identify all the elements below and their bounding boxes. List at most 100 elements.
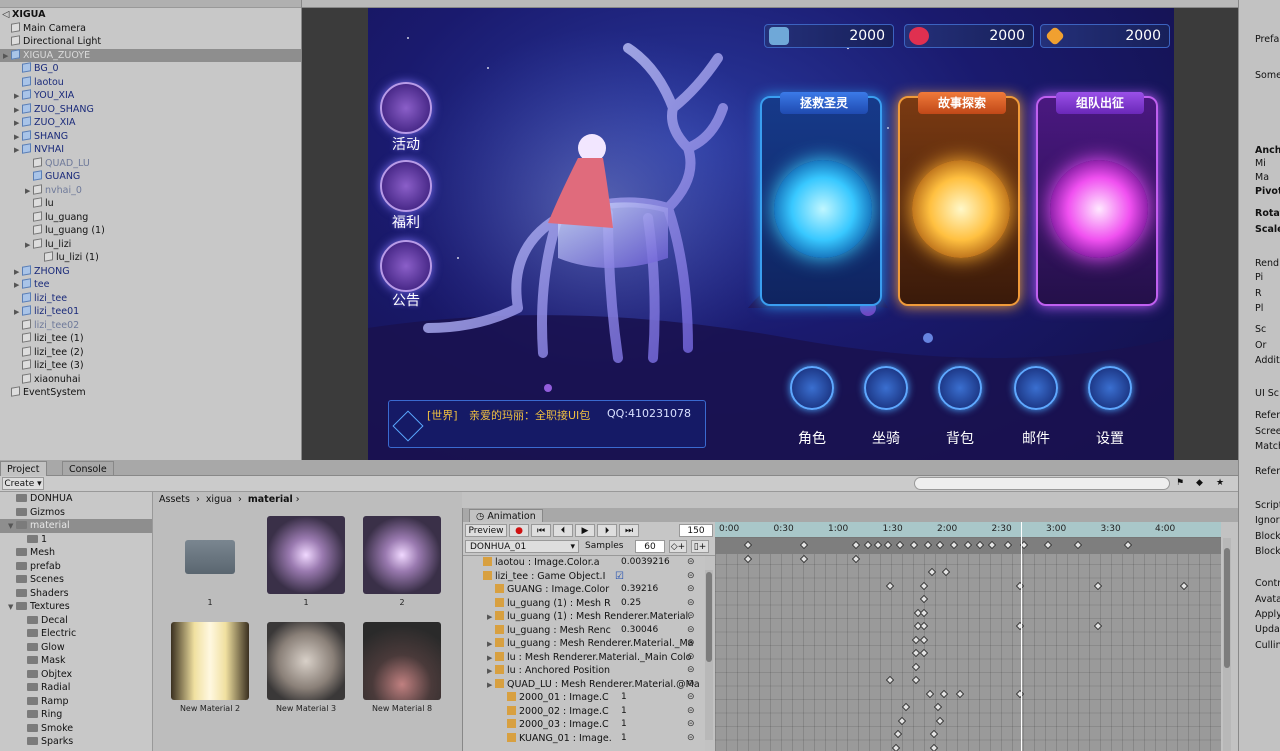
time-ruler[interactable]: 0:00 0:30 1:00 1:30 2:00 2:30 3:00 3:30 4:00	[715, 522, 1221, 538]
expand-arrow-icon[interactable]: ▶	[14, 104, 22, 118]
asset-thumbnail[interactable]	[363, 516, 441, 594]
tab-console[interactable]: Console	[62, 461, 114, 476]
tab-animation[interactable]: ◷ Animation	[469, 509, 543, 522]
dopesheet-scrollbar[interactable]	[1223, 538, 1231, 751]
announcement-button[interactable]	[380, 240, 432, 292]
expand-arrow-icon[interactable]: ▶	[487, 638, 495, 652]
welfare-button[interactable]	[380, 160, 432, 212]
next-frame-button[interactable]: ⏵	[597, 524, 617, 537]
dopesheet[interactable]: 0:00 0:30 1:00 1:30 2:00 2:30 3:00 3:30 4:00	[715, 522, 1238, 751]
animation-property[interactable]: ▶ lu : Anchored Position ⊝	[463, 664, 705, 678]
hierarchy-row[interactable]: xiaonuhai	[0, 372, 301, 387]
toggle-icon[interactable]: ⊝	[687, 624, 695, 638]
animation-property[interactable]: laotou : Image.Color.a 0.0039216 ⊝	[463, 556, 705, 570]
hierarchy-row[interactable]: ▶ ZHONG	[0, 264, 301, 280]
expand-arrow-icon[interactable]: ▶	[3, 50, 11, 64]
crumb-xigua[interactable]: xigua	[206, 494, 232, 505]
expand-arrow-icon[interactable]: ▶	[14, 266, 22, 280]
folder-tree-item[interactable]: ▼ material	[0, 519, 152, 533]
clip-select[interactable]: DONHUA_01 ▾	[465, 540, 579, 553]
toggle-icon[interactable]: ⊝	[687, 664, 695, 678]
expand-arrow-icon[interactable]: ▶	[14, 117, 22, 131]
hierarchy-row[interactable]: lizi_tee (1)	[0, 332, 301, 346]
expand-arrow-icon[interactable]: ▶	[14, 306, 22, 320]
folder-tree-item[interactable]: Mask	[0, 654, 152, 668]
property-value[interactable]: 0.30046	[621, 624, 658, 638]
last-frame-button[interactable]: ⏭	[619, 524, 639, 537]
animation-property[interactable]: lu_guang : Mesh Renc 0.30046 ⊝	[463, 624, 705, 638]
property-value[interactable]: 0.0039216	[621, 556, 670, 570]
folder-tree-item[interactable]: 1	[0, 533, 152, 547]
folder-tree-item[interactable]: Gizmos	[0, 506, 152, 520]
property-value[interactable]: 1	[621, 705, 627, 719]
expand-arrow-icon[interactable]: ▶	[14, 279, 22, 293]
toggle-icon[interactable]: ⊝	[687, 610, 695, 624]
property-value[interactable]: 1	[621, 718, 627, 732]
filter-icon[interactable]: ⚑	[1176, 478, 1184, 488]
mount-button[interactable]	[864, 366, 908, 410]
star-icon[interactable]: ★	[1216, 478, 1224, 488]
folder-tree-item[interactable]: prefab	[0, 560, 152, 574]
preview-button[interactable]: Preview	[465, 524, 507, 537]
asset-thumbnail[interactable]	[363, 622, 441, 700]
hierarchy-row[interactable]: lu_lizi (1)	[0, 251, 301, 265]
create-button[interactable]: Create ▾	[2, 477, 44, 490]
animation-property[interactable]: ▶ QUAD_LU : Mesh Renderer.Material.@Ma ⊝	[463, 678, 705, 692]
chat-box[interactable]: [世界] 亲爱的玛丽：全职接UI包 QQ:410231078	[388, 400, 706, 448]
hierarchy-row[interactable]: GUANG	[0, 170, 301, 184]
tab-project[interactable]: Project	[0, 461, 47, 476]
first-frame-button[interactable]: ⏮	[531, 524, 551, 537]
toggle-icon[interactable]: ⊝	[687, 570, 695, 584]
hierarchy-row[interactable]: QUAD_LU	[0, 156, 301, 171]
label-icon[interactable]: ◆	[1196, 478, 1203, 488]
toggle-icon[interactable]: ⊝	[687, 678, 695, 692]
hierarchy-row[interactable]: ▶ lu_lizi	[0, 237, 301, 252]
play-button[interactable]: ▶	[575, 524, 595, 537]
prev-frame-button[interactable]: ⏴	[553, 524, 573, 537]
add-keyframe-button[interactable]: ◇+	[669, 540, 687, 553]
toggle-icon[interactable]: ⊝	[687, 597, 695, 611]
character-button[interactable]	[790, 366, 834, 410]
hierarchy-row[interactable]: Main Camera	[0, 21, 301, 36]
props-scrollbar[interactable]	[705, 570, 713, 740]
animation-property[interactable]: ▶ lu_guang (1) : Mesh Renderer.Material. ⊝	[463, 610, 705, 624]
folder-tree-item[interactable]: Shaders	[0, 587, 152, 601]
folder-tree-item[interactable]: Ring	[0, 708, 152, 722]
animation-property[interactable]: lizi_tee : Game Object.I ⊝ ☑	[463, 570, 705, 584]
hierarchy-row[interactable]: ▶ NVHAI	[0, 143, 301, 157]
playhead[interactable]	[1021, 522, 1022, 751]
toggle-icon[interactable]: ⊝	[687, 651, 695, 665]
animation-property[interactable]: ▶ lu_guang : Mesh Renderer.Material._Ma ⊝	[463, 637, 705, 651]
folder-tree-item[interactable]: DONHUA	[0, 492, 152, 506]
toggle-icon[interactable]: ⊝	[687, 691, 695, 705]
hierarchy-row[interactable]: ▶ lizi_tee01	[0, 305, 301, 319]
hierarchy-row[interactable]: lizi_tee	[0, 291, 301, 306]
animation-property[interactable]: ▶ lu : Mesh Renderer.Material._Main Colo ⊝	[463, 651, 705, 665]
hierarchy-row[interactable]: lu	[0, 197, 301, 211]
property-value[interactable]: 0.25	[621, 597, 641, 611]
folder-tree-item[interactable]: Decal	[0, 614, 152, 628]
expand-arrow-icon[interactable]: ▶	[487, 611, 495, 625]
scene-row[interactable]: ◁ XIGUA	[0, 8, 301, 22]
toggle-icon[interactable]: ⊝	[687, 718, 695, 732]
animation-property[interactable]: lu_guang (1) : Mesh R 0.25 ⊝	[463, 597, 705, 611]
checkbox-icon[interactable]: ☑	[615, 570, 624, 584]
property-value[interactable]: 1	[621, 691, 627, 705]
folder-tree-item[interactable]: Objtex	[0, 668, 152, 682]
folder-tree-item[interactable]: Radial	[0, 681, 152, 695]
record-button[interactable]: ●	[509, 524, 529, 537]
folder-tree-item[interactable]: Electric	[0, 627, 152, 641]
mail-button[interactable]	[1014, 366, 1058, 410]
asset-thumbnail[interactable]	[267, 516, 345, 594]
toggle-icon[interactable]: ⊝	[687, 556, 695, 570]
property-value[interactable]: 0.39216	[621, 583, 658, 597]
search-input[interactable]	[914, 477, 1170, 490]
asset-thumbnail[interactable]	[171, 516, 249, 594]
hierarchy-row[interactable]: BG_0	[0, 62, 301, 76]
animation-property[interactable]: 2000_03 : Image.C 1 ⊝	[463, 718, 705, 732]
asset-thumbnail[interactable]	[171, 622, 249, 700]
expand-arrow-icon[interactable]: ▶	[487, 679, 495, 693]
dopesheet-grid[interactable]	[715, 538, 1221, 751]
add-event-button[interactable]: ▯+	[691, 540, 709, 553]
toggle-icon[interactable]: ⊝	[687, 583, 695, 597]
